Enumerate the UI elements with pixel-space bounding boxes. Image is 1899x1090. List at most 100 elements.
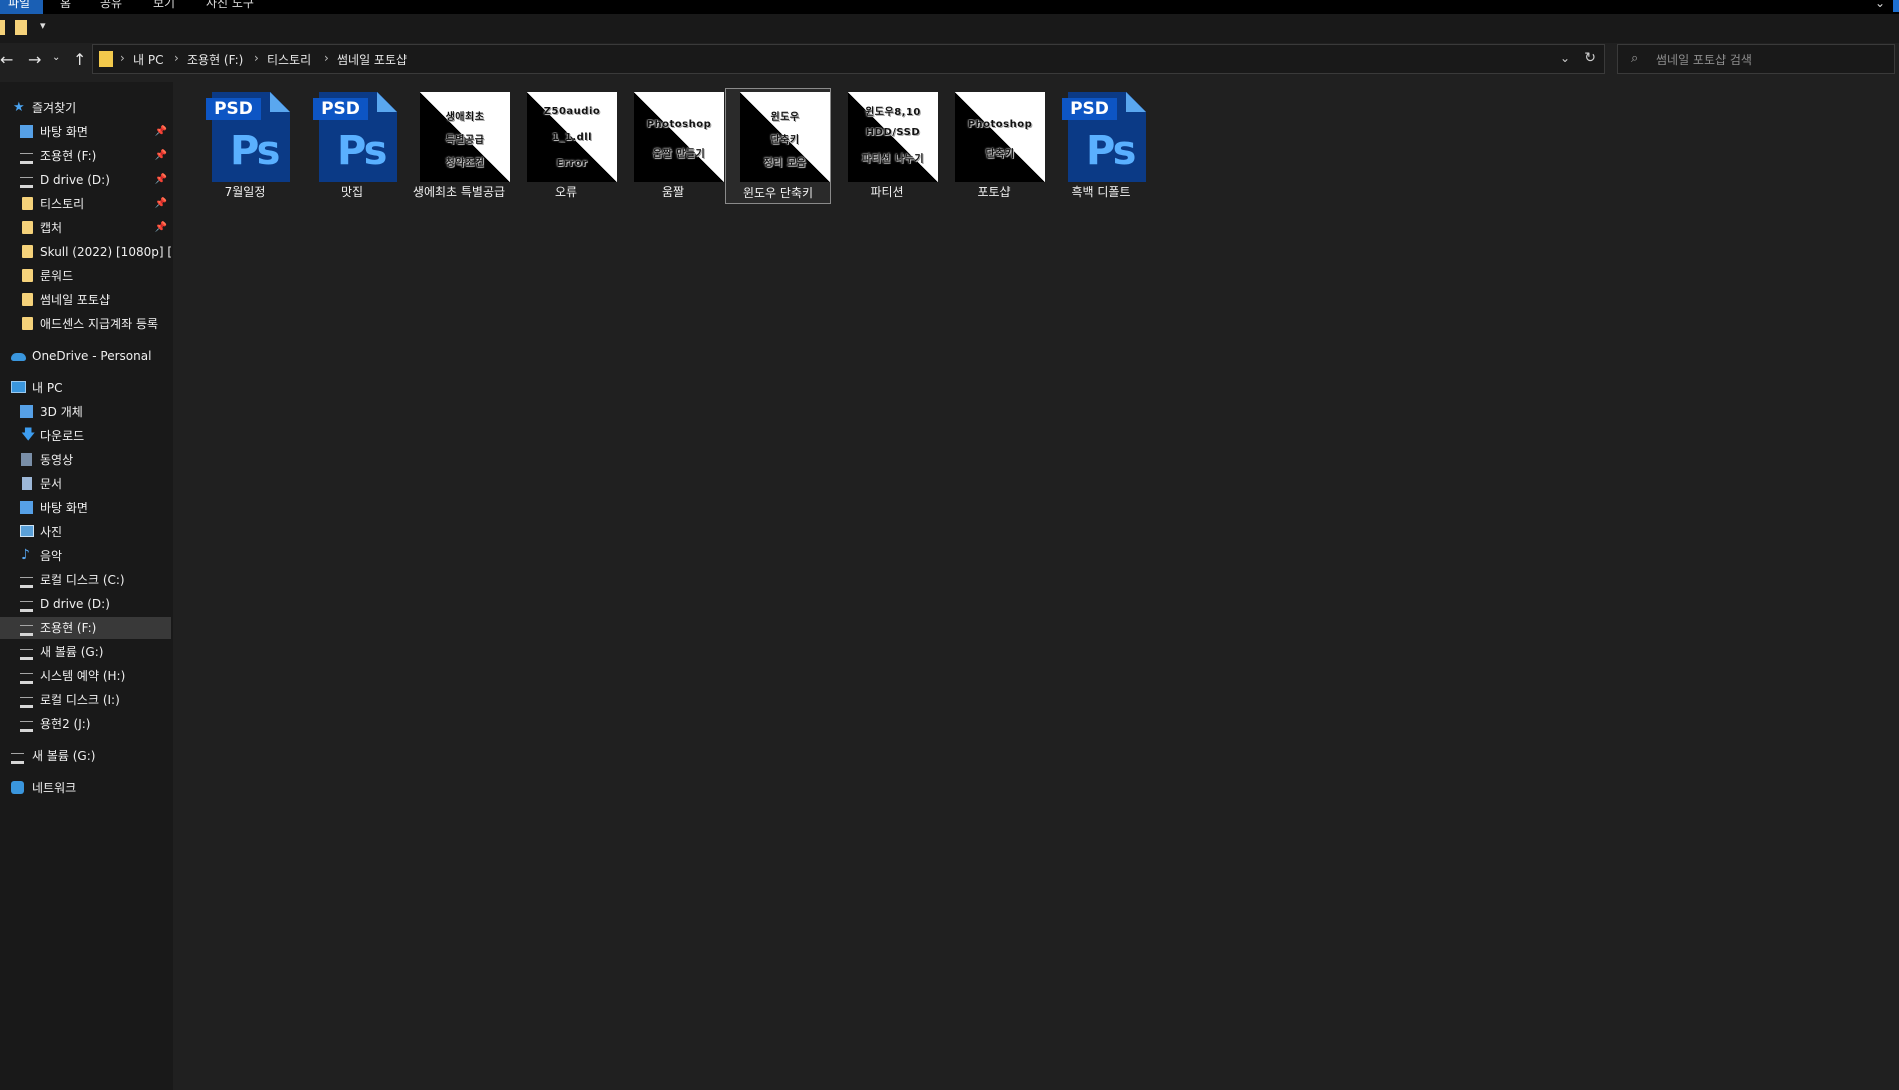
photoshop-file-icon: PSD Ps	[313, 92, 403, 182]
sidebar-item-label: 썸네일 포토샵	[40, 293, 111, 307]
thumbnail-text: 움짤 만들기	[652, 149, 706, 160]
document-icon	[22, 477, 32, 490]
cloud-icon	[11, 353, 26, 361]
tab-home[interactable]: 홈	[52, 0, 79, 14]
sidebar-item-pictures[interactable]: 사진	[0, 521, 171, 543]
breadcrumb-drive-f[interactable]: 조용현 (F:)	[187, 51, 243, 68]
search-box: ⌕	[1617, 44, 1895, 74]
breadcrumb-tistory[interactable]: 티스토리	[267, 51, 311, 68]
sidebar-volume-g[interactable]: 새 볼륨 (G:)	[0, 745, 171, 767]
drive-icon	[20, 601, 33, 612]
file-item[interactable]: PSD Ps 맛집	[301, 91, 403, 201]
sidebar-item-drive-j[interactable]: 용현2 (J:)	[0, 713, 171, 735]
drive-icon	[20, 577, 33, 588]
drive-icon	[20, 721, 33, 732]
navigation-pane: ★ 즐겨찾기 바탕 화면 📌 조용현 (F:) 📌 D drive (D:) 📌…	[0, 82, 173, 1090]
sidebar-item-thumbnail-photoshop[interactable]: 썸네일 포토샵	[0, 289, 171, 311]
sidebar-item-label: 내 PC	[32, 381, 63, 395]
sidebar-item-label: D drive (D:)	[40, 597, 110, 611]
pin-icon[interactable]: 📌	[155, 217, 167, 239]
chevron-down-icon[interactable]: ⌄	[1875, 0, 1885, 10]
tab-view[interactable]: 보기	[145, 0, 183, 14]
sidebar-item-adsense[interactable]: 애드센스 지급계좌 등록	[0, 313, 171, 335]
address-bar[interactable]: › 내 PC › 조용현 (F:) › 티스토리 › 썸네일 포토샵 ⌄ ↻	[92, 44, 1605, 74]
up-arrow-icon[interactable]: ↑	[73, 50, 86, 69]
sidebar-item-downloads[interactable]: 🡇 다운로드	[0, 425, 171, 447]
breadcrumb-separator[interactable]: ›	[120, 51, 125, 65]
search-input[interactable]	[1654, 49, 1888, 71]
thumbnail-text: 윈도우	[770, 112, 800, 123]
sidebar-item-drive-h[interactable]: 시스템 예약 (H:)	[0, 665, 171, 687]
breadcrumb-separator[interactable]: ›	[324, 51, 329, 65]
tab-share[interactable]: 공유	[92, 0, 130, 14]
recent-locations-chevron-icon[interactable]: ⌄	[52, 52, 60, 63]
sidebar-item-tistory[interactable]: 티스토리 📌	[0, 193, 171, 215]
sidebar-this-pc[interactable]: 내 PC	[0, 377, 171, 399]
sidebar-item-documents[interactable]: 문서	[0, 473, 171, 495]
properties-icon[interactable]	[0, 20, 5, 35]
sidebar-item-desktop[interactable]: 바탕 화면 📌	[0, 121, 171, 143]
thumbnail-text: 단축키	[770, 135, 800, 146]
file-item[interactable]: Photoshop 움짤 만들기 움짤	[622, 91, 724, 201]
star-icon: ★	[13, 100, 25, 115]
address-history-chevron-icon[interactable]: ⌄	[1560, 51, 1570, 65]
breadcrumb-thumbnail-photoshop[interactable]: 썸네일 포토샵	[337, 51, 407, 68]
sidebar-item-drive-f[interactable]: 조용현 (F:) 📌	[0, 145, 171, 167]
file-name: 7월일정	[224, 185, 266, 199]
sidebar-item-label: Skull (2022) [1080p] [W	[40, 245, 171, 259]
image-thumbnail: Z50audio 1_1.dll Error	[527, 92, 617, 182]
customize-toolbar-icon[interactable]: ▾	[40, 19, 46, 32]
file-item[interactable]: Photoshop 단축키 포토샵	[943, 91, 1045, 201]
thumbnail-text: 생애최초	[445, 112, 485, 123]
sidebar-item-label: 즐겨찾기	[32, 101, 77, 115]
pin-icon[interactable]: 📌	[155, 193, 167, 215]
pin-icon[interactable]: 📌	[155, 121, 167, 143]
refresh-icon[interactable]: ↻	[1584, 50, 1596, 66]
file-item-selected[interactable]: 윈도우 단축키 정리 모음 윈도우 단축키	[725, 88, 831, 204]
sidebar-item-label: 바탕 화면	[40, 125, 88, 139]
new-folder-icon[interactable]	[15, 20, 27, 35]
breadcrumb-separator[interactable]: ›	[174, 51, 179, 65]
help-icon[interactable]	[1893, 0, 1899, 12]
sidebar-item-drive-i[interactable]: 로컬 디스크 (I:)	[0, 689, 171, 711]
pin-icon[interactable]: 📌	[155, 169, 167, 191]
breadcrumb-this-pc[interactable]: 내 PC	[133, 51, 163, 68]
sidebar-item-runeword[interactable]: 룬워드	[0, 265, 171, 287]
thumbnail-text: Z50audio	[543, 106, 601, 117]
back-arrow-icon[interactable]: ←	[0, 50, 13, 69]
file-name: 윈도우 단축키	[742, 186, 814, 200]
sidebar-item-label: 애드센스 지급계좌 등록	[40, 317, 159, 331]
sidebar-quick-access[interactable]: ★ 즐겨찾기	[0, 97, 171, 119]
sidebar-item-label: 조용현 (F:)	[40, 149, 97, 163]
sidebar-item-drive-d[interactable]: D drive (D:) 📌	[0, 169, 171, 191]
sidebar-network[interactable]: 네트워크	[0, 777, 171, 799]
sidebar-item-drive-d-pc[interactable]: D drive (D:)	[0, 593, 171, 615]
sidebar-item-label: 다운로드	[40, 429, 85, 443]
file-item[interactable]: Z50audio 1_1.dll Error 오류	[515, 91, 617, 201]
sidebar-item-drive-g[interactable]: 새 볼륨 (G:)	[0, 641, 171, 663]
drive-icon	[20, 625, 33, 636]
tab-picture-tools[interactable]: 사진 도구	[198, 0, 262, 14]
sidebar-item-drive-f-pc[interactable]: 조용현 (F:)	[0, 617, 171, 639]
sidebar-item-skull[interactable]: Skull (2022) [1080p] [W	[0, 241, 171, 263]
breadcrumb-separator[interactable]: ›	[254, 51, 259, 65]
sidebar-onedrive[interactable]: OneDrive - Personal	[0, 345, 171, 367]
sidebar-item-capture[interactable]: 캡처 📌	[0, 217, 171, 239]
file-item[interactable]: PSD Ps 흑백 디폴트	[1050, 91, 1152, 201]
file-item[interactable]: 생애최초 특별공급 청약조건 생에최초 특별공급	[408, 91, 510, 201]
sidebar-item-label: D drive (D:)	[40, 173, 110, 187]
tab-file[interactable]: 파일	[0, 0, 43, 14]
ps-logo: Ps	[1086, 128, 1136, 174]
file-list[interactable]: PSD Ps 7월일정 PSD Ps 맛집 생애최초 특별공급 청약조건 생에최…	[175, 82, 1899, 1090]
sidebar-item-desktop-pc[interactable]: 바탕 화면	[0, 497, 171, 519]
sidebar-item-videos[interactable]: 동영상	[0, 449, 171, 471]
sidebar-item-music[interactable]: ♪ 음악	[0, 545, 171, 567]
music-icon: ♪	[21, 547, 30, 563]
sidebar-item-drive-c[interactable]: 로컬 디스크 (C:)	[0, 569, 171, 591]
file-item[interactable]: 윈도우8,10 HDD/SSD 파티션 나누기 파티션	[836, 91, 938, 201]
sidebar-item-3d-objects[interactable]: 3D 개체	[0, 401, 171, 423]
forward-arrow-icon[interactable]: →	[28, 50, 41, 69]
file-item[interactable]: PSD Ps 7월일정	[194, 91, 296, 201]
pin-icon[interactable]: 📌	[155, 145, 167, 167]
sidebar-item-label: 바탕 화면	[40, 501, 88, 515]
